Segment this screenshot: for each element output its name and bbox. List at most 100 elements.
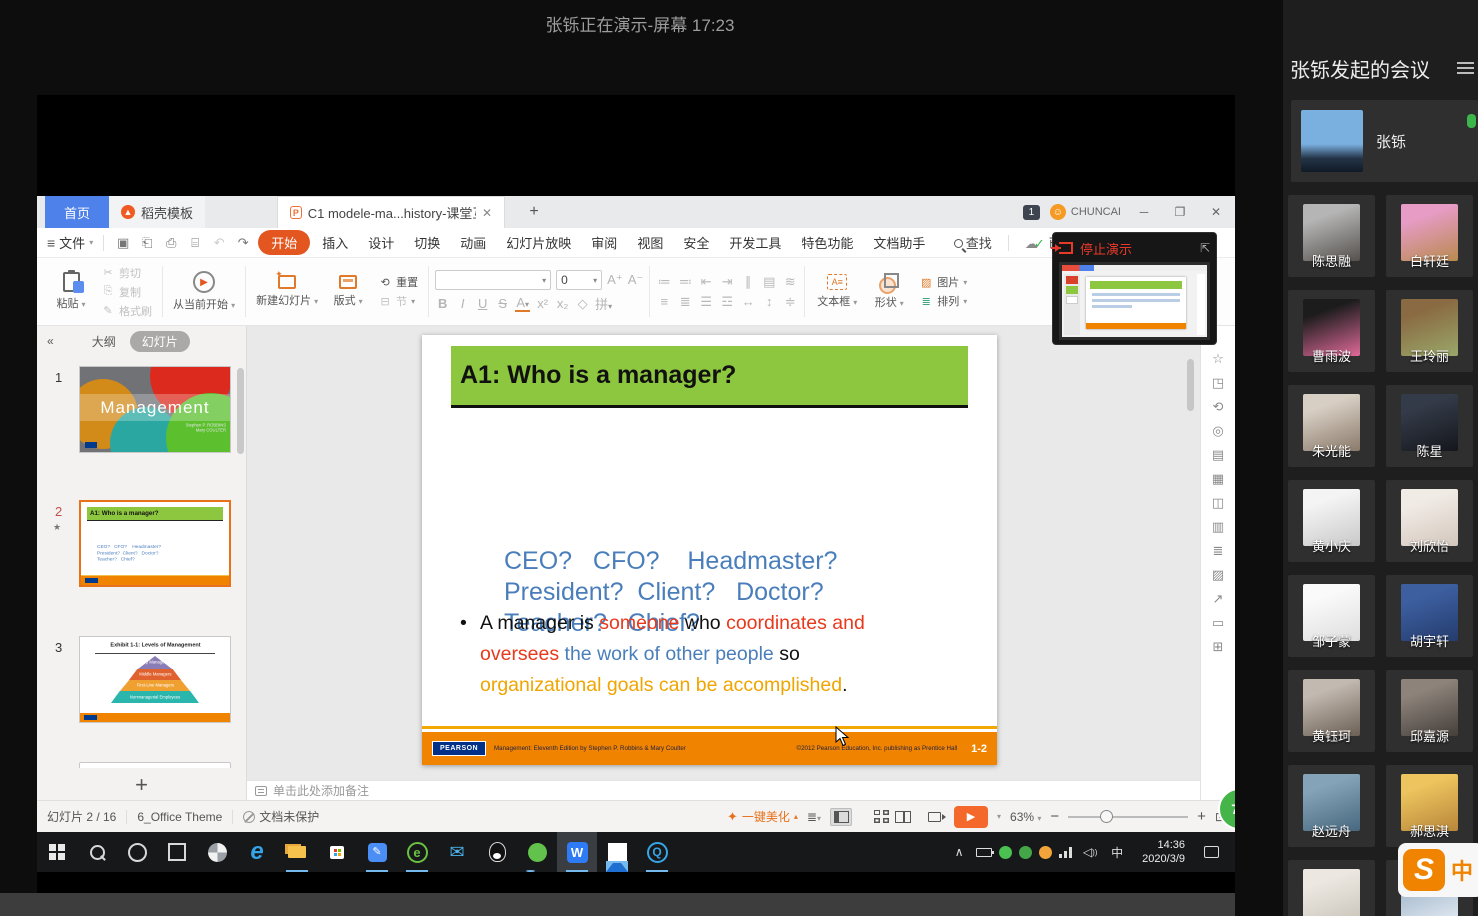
tab-outline[interactable]: 大纲 bbox=[92, 333, 116, 350]
wps-minimize-button[interactable]: ─ bbox=[1131, 205, 1157, 219]
participant-tile[interactable]: 朱光能 bbox=[1288, 385, 1375, 467]
participant-tile[interactable]: 王玲丽 bbox=[1386, 290, 1473, 372]
arrange-button[interactable]: ≣排列 ▾ bbox=[919, 293, 967, 309]
ime-badge[interactable]: S 中 bbox=[1398, 843, 1478, 897]
participant-tile[interactable]: 黄钰珂 bbox=[1288, 670, 1375, 752]
side-tool-icon[interactable]: ⊞ bbox=[1213, 640, 1224, 653]
paragraph-tool-icon[interactable]: ∥ bbox=[740, 274, 756, 290]
add-slide-button[interactable]: + bbox=[37, 772, 246, 798]
taskbar-tim-icon[interactable]: Q bbox=[637, 832, 677, 872]
strikethrough-button[interactable]: S bbox=[495, 296, 510, 311]
paragraph-tool-icon[interactable]: ≔ bbox=[656, 274, 672, 290]
participant-tile[interactable] bbox=[1288, 860, 1375, 916]
menu-item[interactable]: 审阅 bbox=[583, 230, 625, 255]
taskbar-wps-icon[interactable]: W bbox=[557, 832, 597, 872]
export-icon[interactable]: ⎗ bbox=[138, 235, 156, 251]
paragraph-tool-icon[interactable]: ⇥ bbox=[719, 274, 735, 290]
redo-icon[interactable]: ↷ bbox=[234, 235, 252, 251]
side-tool-icon[interactable]: ▥ bbox=[1212, 520, 1224, 533]
taskbar-mail-icon[interactable]: ✉ bbox=[437, 832, 477, 872]
taskbar-explorer-icon[interactable] bbox=[277, 832, 317, 872]
thumbnail-slide-1[interactable]: Management Stephen P. ROBBINS Mary COULT… bbox=[79, 366, 231, 453]
protection-status[interactable]: 文档未保护 bbox=[243, 808, 319, 825]
zoom-out-button[interactable]: − bbox=[1050, 808, 1059, 825]
thumbnail-slide-4-partial[interactable] bbox=[79, 762, 231, 768]
tab-home[interactable]: 首页 bbox=[45, 196, 109, 228]
menu-item[interactable]: 视图 bbox=[629, 230, 671, 255]
battery-icon[interactable] bbox=[976, 848, 992, 857]
notes-bar[interactable]: 单击此处添加备注 bbox=[247, 780, 1200, 800]
participant-tile[interactable]: 刘欣怡 bbox=[1386, 480, 1473, 562]
print-icon[interactable]: ⎙ bbox=[162, 235, 180, 251]
participant-tile[interactable]: 黄小庆 bbox=[1288, 480, 1375, 562]
menu-item[interactable]: 切换 bbox=[406, 230, 448, 255]
taskbar-start-icon[interactable] bbox=[37, 832, 77, 872]
undo-icon[interactable]: ↶ bbox=[210, 235, 228, 251]
taskbar-qq-icon[interactable] bbox=[477, 832, 517, 872]
side-tool-icon[interactable]: ▨ bbox=[1212, 568, 1224, 581]
action-center-icon[interactable] bbox=[1204, 846, 1219, 858]
theme-name[interactable]: 6_Office Theme bbox=[137, 810, 222, 824]
slideshow-play-button[interactable]: ▶ bbox=[954, 806, 988, 828]
sidebar-menu-icon[interactable] bbox=[1457, 62, 1474, 74]
play-from-current-button[interactable]: ▶ 从当前开始 ▾ bbox=[173, 271, 235, 312]
stop-presenting-button[interactable]: 停止演示 ⇱ bbox=[1059, 237, 1210, 259]
phonetic-guide-button[interactable]: 拼▾ bbox=[595, 294, 612, 313]
participant-tile[interactable]: 陈思融 bbox=[1288, 195, 1375, 277]
beautify-button[interactable]: ✦一键美化▴ bbox=[727, 808, 798, 825]
alignment-tool-icon[interactable]: ☲ bbox=[719, 294, 735, 310]
taskbar-pinwheel-icon[interactable] bbox=[197, 832, 237, 872]
layout-button[interactable]: 版式 ▾ bbox=[326, 275, 370, 308]
tab-docer[interactable]: ▲ 稻壳模板 bbox=[109, 196, 205, 228]
participant-tile[interactable]: 胡宇轩 bbox=[1386, 575, 1473, 657]
increase-font-button[interactable]: A⁺ bbox=[607, 272, 623, 288]
taskbar-search-icon[interactable] bbox=[77, 832, 117, 872]
menu-item[interactable]: 文档助手 bbox=[865, 230, 933, 255]
menu-item[interactable]: 开发工具 bbox=[721, 230, 789, 255]
section-button[interactable]: ⊟节 ▾ bbox=[378, 293, 418, 309]
canvas-scrollbar[interactable] bbox=[1187, 359, 1194, 411]
side-tool-icon[interactable]: ▭ bbox=[1212, 616, 1224, 629]
account-button[interactable]: ☺ CHUNCAI bbox=[1050, 204, 1121, 220]
tray-orange-icon[interactable] bbox=[1039, 846, 1052, 859]
collapse-panel-icon[interactable]: « bbox=[47, 334, 54, 348]
taskbar-notes-icon[interactable]: ✎ bbox=[357, 832, 397, 872]
thumbnail-slide-2-selected[interactable]: A1: Who is a manager? CEO? CFO? Headmast… bbox=[79, 500, 231, 587]
menu-item[interactable]: 开始 bbox=[258, 230, 310, 255]
tray-chevron-icon[interactable]: ∧ bbox=[949, 840, 969, 864]
message-badge[interactable]: 1 bbox=[1023, 205, 1040, 220]
font-size-combo[interactable]: 0▾ bbox=[556, 270, 602, 290]
paragraph-tool-icon[interactable]: ▤ bbox=[761, 274, 777, 290]
participant-tile[interactable]: 郝思淇 bbox=[1386, 765, 1473, 847]
font-family-combo[interactable]: ▾ bbox=[435, 270, 551, 290]
font-color-button[interactable]: A▾ bbox=[515, 295, 530, 312]
italic-button[interactable]: I bbox=[455, 296, 470, 311]
paragraph-tool-icon[interactable]: ≕ bbox=[677, 274, 693, 290]
tray-green-icon[interactable] bbox=[999, 846, 1012, 859]
close-tab-icon[interactable]: ✕ bbox=[482, 206, 492, 220]
underline-button[interactable]: U bbox=[475, 296, 490, 311]
clear-format-button[interactable]: ◇ bbox=[575, 296, 590, 312]
tray-green-icon-2[interactable] bbox=[1019, 846, 1032, 859]
reading-view-button[interactable] bbox=[892, 808, 914, 826]
normal-view-button[interactable] bbox=[830, 808, 852, 826]
menu-item[interactable]: 插入 bbox=[314, 230, 356, 255]
play-options-caret[interactable]: ▾ bbox=[997, 812, 1001, 821]
tab-slides[interactable]: 幻灯片 bbox=[130, 331, 190, 352]
subscript-button[interactable]: x₂ bbox=[555, 296, 570, 311]
participant-tile[interactable]: 曹雨波 bbox=[1288, 290, 1375, 372]
record-button[interactable] bbox=[923, 808, 945, 826]
taskbar-edge-icon[interactable]: e bbox=[237, 832, 277, 872]
participant-tile[interactable]: 赵远舟 bbox=[1288, 765, 1375, 847]
copy-button[interactable]: ⎘复制 bbox=[101, 284, 152, 300]
print-preview-icon[interactable]: ⌸ bbox=[186, 235, 204, 251]
alignment-tool-icon[interactable]: ☰ bbox=[698, 294, 714, 310]
ime-indicator[interactable]: 中 bbox=[1107, 840, 1127, 864]
zoom-slider[interactable] bbox=[1068, 816, 1188, 818]
side-tool-icon[interactable]: ☆ bbox=[1212, 352, 1224, 365]
participant-tile[interactable]: 陈星 bbox=[1386, 385, 1473, 467]
shapes-button[interactable]: 形状 ▾ bbox=[867, 273, 911, 310]
taskbar-taskview-icon[interactable] bbox=[157, 832, 197, 872]
side-tool-icon[interactable]: ≣ bbox=[1213, 544, 1224, 557]
alignment-tool-icon[interactable]: ↔ bbox=[740, 294, 756, 309]
